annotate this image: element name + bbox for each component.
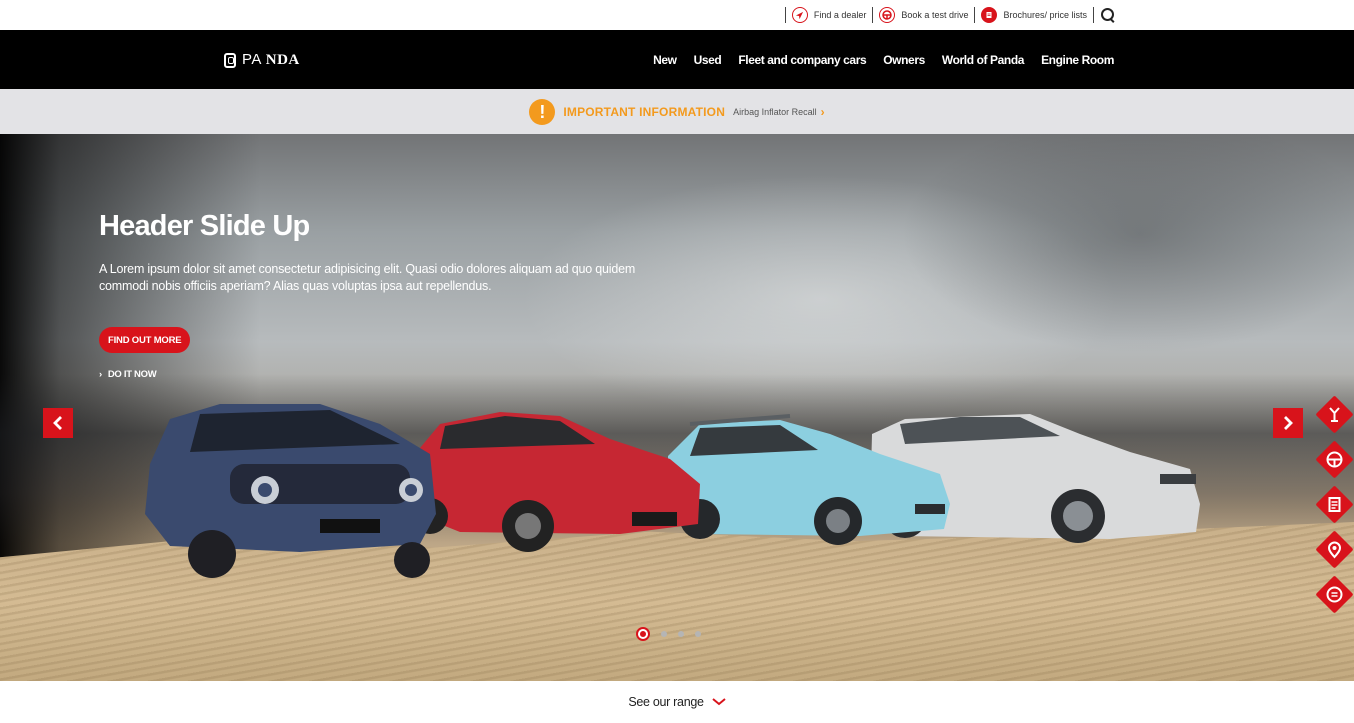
brochure-icon [981, 7, 998, 23]
navy-compact [145, 404, 436, 578]
wrench-icon[interactable] [1316, 396, 1353, 433]
see-range-link[interactable]: See our range [628, 695, 704, 709]
nav-item-owners[interactable]: Owners [883, 53, 925, 67]
utility-links: Find a dealer Book a test drive Brochure… [784, 4, 1116, 26]
list-icon[interactable] [1316, 576, 1353, 613]
carousel-dot[interactable] [636, 627, 650, 641]
quick-links [1316, 396, 1353, 613]
nav-item-world[interactable]: World of Panda [942, 53, 1025, 67]
do-it-now-link[interactable]: › DO IT NOW [99, 369, 157, 380]
find-dealer-link[interactable]: Find a dealer [791, 7, 867, 23]
search-icon[interactable] [1100, 7, 1116, 23]
carousel-dot[interactable] [695, 631, 701, 637]
main-navigation: PA NDA New Used Fleet and company cars O… [0, 30, 1354, 89]
recall-link-label: Airbag Inflator Recall [733, 106, 817, 117]
find-out-more-button[interactable]: FIND OUT MORE [99, 327, 191, 353]
steering-wheel-icon [879, 7, 896, 23]
recall-link[interactable]: Airbag Inflator Recall › [733, 105, 825, 119]
carousel-prev-button[interactable] [43, 408, 73, 438]
brochures-label: Brochures/ price lists [1003, 10, 1087, 20]
chevron-right-icon [1284, 416, 1293, 430]
brand-logo[interactable]: PA NDA [224, 50, 300, 70]
warning-icon: ! [529, 98, 556, 125]
info-title: IMPORTANT INFORMATION [563, 104, 726, 119]
utility-bar: Find a dealer Book a test drive Brochure… [0, 0, 1354, 30]
hero-carousel: Header Slide Up A Lorem ipsum dolor sit … [0, 134, 1354, 681]
do-it-now-label: DO IT NOW [107, 369, 157, 380]
steering-wheel-icon[interactable] [1316, 441, 1353, 478]
carousel-next-button[interactable] [1273, 408, 1303, 438]
divider [974, 7, 976, 23]
location-pin-icon[interactable] [1316, 531, 1353, 568]
divider [1093, 7, 1094, 23]
hero-description: A Lorem ipsum dolor sit amet consectetur… [99, 262, 636, 293]
test-drive-link[interactable]: Book a test drive [879, 7, 968, 23]
nav-links: New Used Fleet and company cars Owners W… [653, 30, 1114, 89]
nav-item-engine-room[interactable]: Engine Room [1041, 53, 1114, 67]
divider [872, 7, 874, 23]
hero-title: Header Slide Up [99, 210, 310, 242]
logo-text: PA NDA [242, 51, 300, 68]
chevron-right-icon: › [820, 104, 825, 119]
divider [784, 7, 786, 23]
nav-item-used[interactable]: Used [694, 53, 722, 67]
nav-item-new[interactable]: New [653, 53, 677, 67]
red-hatchback [412, 412, 700, 552]
brochures-link[interactable]: Brochures/ price lists [981, 7, 1087, 23]
test-drive-label: Book a test drive [901, 10, 969, 20]
navigation-arrow-icon [791, 7, 808, 23]
brochure-icon[interactable] [1316, 486, 1353, 523]
see-range-bar: See our range [0, 681, 1354, 723]
hero-copy: Header Slide Up A Lorem ipsum dolor sit … [99, 210, 659, 295]
nav-item-fleet[interactable]: Fleet and company cars [738, 53, 866, 67]
carousel-dot[interactable] [661, 631, 667, 637]
chevron-left-icon [53, 416, 62, 430]
find-dealer-label: Find a dealer [813, 10, 867, 20]
carousel-dot[interactable] [678, 631, 684, 637]
carousel-dots [636, 627, 701, 641]
chevron-down-icon[interactable] [712, 698, 726, 706]
chevron-right-icon: › [99, 369, 102, 380]
logo-mark-icon [224, 52, 236, 68]
important-info-bar: ! IMPORTANT INFORMATION Airbag Inflator … [0, 89, 1354, 134]
